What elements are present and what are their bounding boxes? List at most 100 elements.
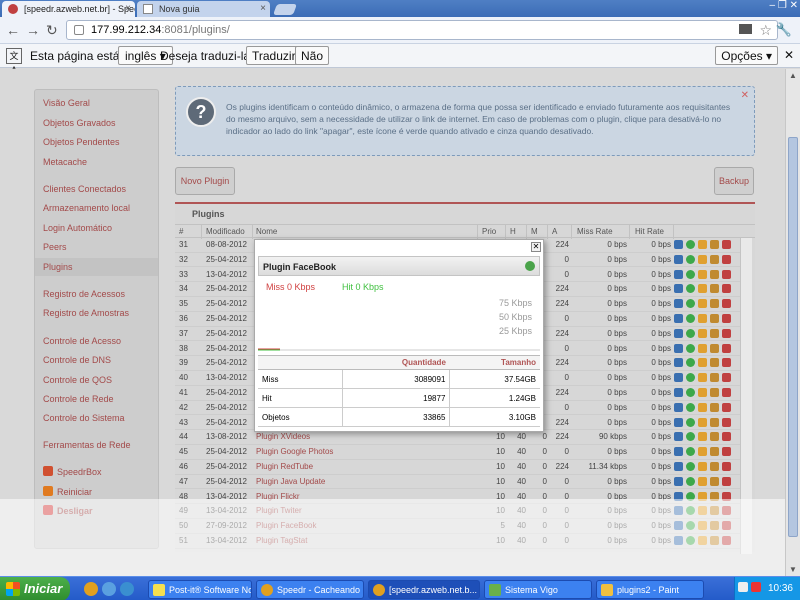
delete-icon[interactable] — [722, 269, 731, 279]
col-modified[interactable]: Modificado — [206, 227, 245, 236]
chart-icon[interactable] — [674, 521, 683, 531]
edit-icon[interactable] — [698, 299, 707, 309]
cell-name[interactable]: Plugin Twiter — [256, 506, 302, 515]
edit-icon[interactable] — [698, 254, 707, 264]
options-button[interactable]: Opções ▾ — [715, 46, 778, 65]
close-icon[interactable]: × — [260, 3, 266, 14]
table-row[interactable]: 48 13-04-2012 Plugin Flickr 10 40 0 0 0 bps 0 bp… — [175, 490, 740, 505]
delete-icon[interactable] — [722, 432, 731, 442]
new-tab-button[interactable] — [272, 4, 298, 15]
users-icon[interactable] — [710, 388, 719, 397]
col-hit-rate[interactable]: Hit Rate — [635, 227, 664, 236]
wrench-icon[interactable]: 🔧 — [776, 22, 792, 38]
edit-icon[interactable] — [698, 491, 707, 501]
table-row[interactable]: 44 13-08-2012 Plugin XVideos 10 40 0 224 90 kbp… — [175, 430, 740, 446]
edit-icon[interactable] — [698, 358, 707, 368]
edit-icon[interactable] — [698, 402, 707, 412]
sidebar-item-registro-de-amostras[interactable]: Registro de Amostras — [43, 308, 129, 318]
delete-icon[interactable] — [722, 388, 731, 397]
delete-icon[interactable] — [722, 299, 731, 309]
users-icon[interactable] — [710, 269, 719, 279]
users-icon[interactable] — [710, 476, 719, 486]
table-scrollbar[interactable] — [740, 238, 752, 554]
chart-icon[interactable] — [674, 491, 683, 501]
chart-icon[interactable] — [674, 476, 683, 486]
address-bar[interactable]: 177.99.212.34:8081/plugins/ — [66, 20, 778, 40]
toggle-icon[interactable] — [686, 388, 695, 397]
page-scrollbar[interactable]: ▲ ▼ — [785, 69, 800, 576]
scroll-up-icon[interactable]: ▲ — [789, 71, 797, 80]
tab-speedr[interactable]: [speedr.azweb.net.br] - Speedr × — [2, 1, 135, 17]
toggle-icon[interactable] — [686, 254, 695, 264]
users-icon[interactable] — [710, 284, 719, 294]
edit-icon[interactable] — [698, 284, 707, 294]
sidebar-item-objetos-pendentes[interactable]: Objetos Pendentes — [43, 137, 120, 147]
toggle-icon[interactable] — [686, 491, 695, 501]
col-id[interactable]: # — [179, 227, 183, 236]
delete-icon[interactable] — [722, 314, 731, 323]
tray-icon[interactable] — [738, 582, 748, 592]
delete-icon[interactable] — [722, 328, 731, 338]
col-m[interactable]: M — [531, 227, 538, 236]
sidebar-item-controle-de-dns[interactable]: Controle de DNS — [43, 355, 111, 365]
chart-icon[interactable] — [674, 254, 683, 264]
translate-flag-icon[interactable] — [739, 24, 752, 34]
task-post-it[interactable]: Post-it® Software No... — [148, 580, 252, 599]
col-prio[interactable]: Prio — [482, 227, 496, 236]
chart-icon[interactable] — [674, 269, 683, 279]
refresh-icon[interactable] — [525, 261, 535, 271]
delete-icon[interactable] — [722, 462, 731, 471]
edit-icon[interactable] — [698, 521, 707, 531]
toggle-icon[interactable] — [686, 536, 695, 545]
delete-icon[interactable] — [722, 343, 731, 353]
toggle-icon[interactable] — [686, 343, 695, 353]
sidebar-item-objetos-gravados[interactable]: Objetos Gravados — [43, 118, 116, 128]
toggle-icon[interactable] — [686, 506, 695, 516]
delete-icon[interactable] — [722, 284, 731, 294]
edit-icon[interactable] — [698, 536, 707, 545]
edit-icon[interactable] — [698, 462, 707, 471]
cell-name[interactable]: Plugin TagStat — [256, 536, 307, 545]
close-icon[interactable]: ✕ — [531, 242, 541, 252]
forward-arrow-icon[interactable]: → — [26, 22, 40, 38]
edit-icon[interactable] — [698, 417, 707, 427]
edit-icon[interactable] — [698, 269, 707, 279]
delete-icon[interactable] — [722, 417, 731, 427]
col-name[interactable]: Nome — [256, 227, 277, 236]
toggle-icon[interactable] — [686, 328, 695, 338]
chart-icon[interactable] — [674, 506, 683, 516]
cell-name[interactable]: Plugin FaceBook — [256, 521, 316, 530]
edit-icon[interactable] — [698, 314, 707, 323]
chart-icon[interactable] — [674, 462, 683, 471]
table-row[interactable]: 46 25-04-2012 Plugin RedTube 10 40 0 224 11.34 … — [175, 460, 740, 475]
users-icon[interactable] — [710, 506, 719, 516]
toggle-icon[interactable] — [686, 373, 695, 383]
bookmark-star-icon[interactable]: ☆ — [759, 22, 772, 39]
chrome-icon[interactable] — [84, 582, 98, 596]
toggle-icon[interactable] — [686, 402, 695, 412]
chart-icon[interactable] — [674, 240, 683, 249]
users-icon[interactable] — [710, 240, 719, 249]
col-miss-rate[interactable]: Miss Rate — [577, 227, 613, 236]
edit-icon[interactable] — [698, 447, 707, 457]
start-button[interactable]: Iniciar — [0, 577, 70, 600]
cell-name[interactable]: Plugin Java Update — [256, 477, 325, 486]
chart-icon[interactable] — [674, 388, 683, 397]
scroll-down-icon[interactable]: ▼ — [789, 565, 797, 574]
edit-icon[interactable] — [698, 328, 707, 338]
new-plugin-button[interactable]: Novo Plugin — [175, 167, 235, 195]
toggle-icon[interactable] — [686, 521, 695, 531]
toggle-icon[interactable] — [686, 447, 695, 457]
edit-icon[interactable] — [698, 432, 707, 442]
sidebar-item-clientes-conectados[interactable]: Clientes Conectados — [43, 184, 126, 194]
users-icon[interactable] — [710, 358, 719, 368]
delete-icon[interactable] — [722, 521, 731, 531]
no-button[interactable]: Não — [295, 46, 330, 65]
delete-icon[interactable] — [722, 254, 731, 264]
backup-button[interactable]: Backup — [714, 167, 754, 195]
users-icon[interactable] — [710, 491, 719, 501]
browser-icon[interactable] — [120, 582, 134, 596]
antivirus-icon[interactable] — [751, 582, 761, 592]
chart-icon[interactable] — [674, 328, 683, 338]
toggle-icon[interactable] — [686, 314, 695, 323]
